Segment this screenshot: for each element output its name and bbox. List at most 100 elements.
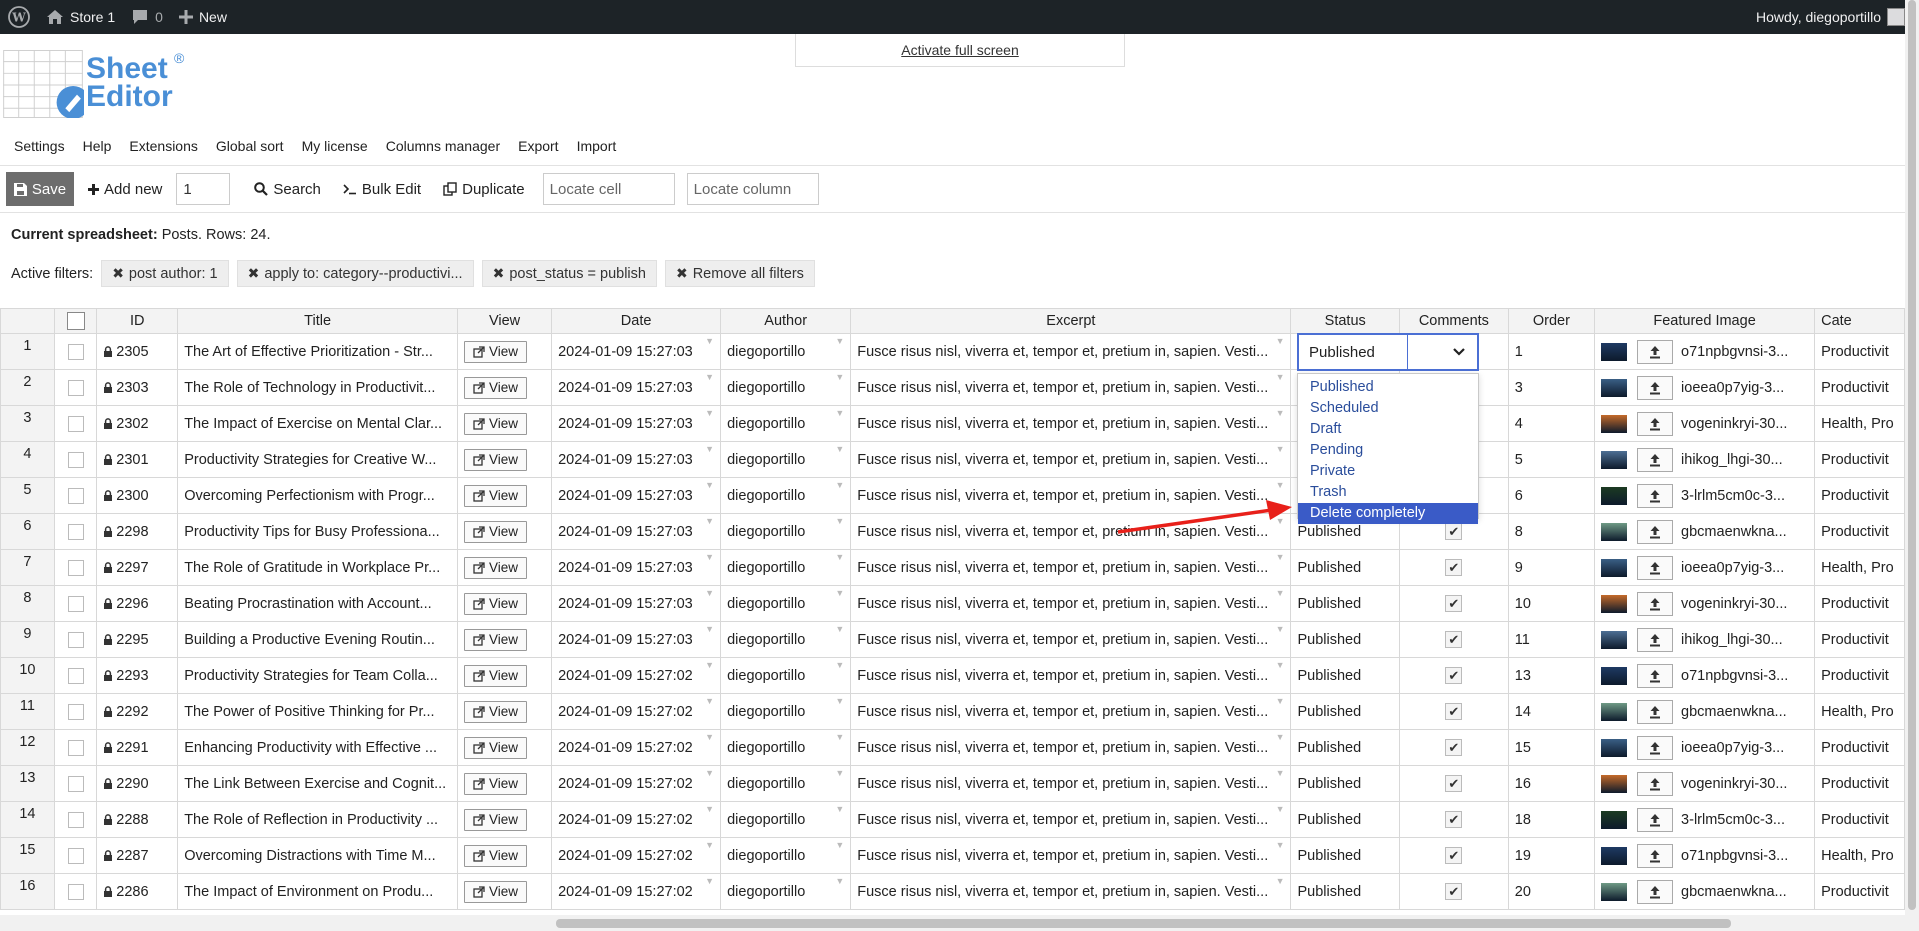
- comments-cell[interactable]: ✔: [1398, 657, 1509, 694]
- table-row[interactable]: 1 2305 The Art of Effective Prioritization…: [0, 333, 1905, 370]
- categories-cell[interactable]: Productivit: [1814, 729, 1905, 766]
- excerpt-cell[interactable]: Fusce risus nisl, viverra et, tempor et,…: [850, 729, 1292, 766]
- menu-settings[interactable]: Settings: [14, 138, 65, 154]
- view-button[interactable]: View: [463, 844, 527, 867]
- column-header-comments[interactable]: Comments: [1398, 308, 1509, 334]
- order-cell[interactable]: 13: [1507, 657, 1596, 694]
- filter-chip-category[interactable]: ✖ apply to: category--productivi...: [236, 260, 474, 287]
- view-button[interactable]: View: [463, 808, 527, 831]
- upload-image-button[interactable]: [1637, 483, 1674, 508]
- id-cell[interactable]: 2292: [96, 693, 179, 730]
- row-checkbox[interactable]: [67, 775, 84, 792]
- view-button[interactable]: View: [463, 520, 527, 543]
- categories-cell[interactable]: Health, Pro: [1814, 549, 1905, 586]
- image-thumbnail[interactable]: [1601, 378, 1628, 397]
- date-cell[interactable]: 2024-01-09 15:27:03 ▼: [551, 621, 722, 658]
- order-cell[interactable]: 20: [1507, 873, 1596, 910]
- status-cell[interactable]: Published: [1290, 837, 1400, 874]
- row-select-cell[interactable]: [53, 549, 98, 586]
- status-cell[interactable]: Published: [1290, 873, 1400, 910]
- table-row[interactable]: 15 2287 Overcoming Distractions with Time …: [0, 837, 1905, 874]
- id-cell[interactable]: 2300: [96, 477, 179, 514]
- table-row[interactable]: 14 2288 The Role of Reflection in Producti…: [0, 801, 1905, 838]
- categories-cell[interactable]: Productivit: [1814, 621, 1905, 658]
- row-number[interactable]: 13: [0, 765, 55, 802]
- row-checkbox[interactable]: [67, 631, 84, 648]
- menu-extensions[interactable]: Extensions: [129, 138, 197, 154]
- upload-image-button[interactable]: [1637, 591, 1674, 616]
- id-cell[interactable]: 2291: [96, 729, 179, 766]
- id-cell[interactable]: 2295: [96, 621, 179, 658]
- excerpt-cell[interactable]: Fusce risus nisl, viverra et, tempor et,…: [850, 513, 1292, 550]
- author-cell[interactable]: diegoportillo ▼: [720, 693, 852, 730]
- image-thumbnail[interactable]: [1601, 342, 1628, 361]
- menu-export[interactable]: Export: [518, 138, 558, 154]
- column-header-excerpt[interactable]: Excerpt: [850, 308, 1292, 334]
- comments-checkbox[interactable]: ✔: [1445, 667, 1463, 684]
- title-cell[interactable]: The Link Between Exercise and Cognit...: [177, 765, 458, 802]
- categories-cell[interactable]: Productivit: [1814, 585, 1905, 622]
- column-header-status[interactable]: Status: [1290, 308, 1400, 334]
- row-number[interactable]: 10: [0, 657, 55, 694]
- comments-cell[interactable]: ✔: [1398, 837, 1509, 874]
- featured-image-cell[interactable]: ihikog_lhgi-30...: [1594, 621, 1816, 658]
- title-cell[interactable]: Overcoming Perfectionism with Progr...: [177, 477, 458, 514]
- upload-image-button[interactable]: [1637, 339, 1674, 364]
- view-button[interactable]: View: [463, 592, 527, 615]
- comments-cell[interactable]: ✔: [1398, 693, 1509, 730]
- order-cell[interactable]: 10: [1507, 585, 1596, 622]
- view-button[interactable]: View: [463, 628, 527, 651]
- row-number[interactable]: 4: [0, 441, 55, 478]
- vertical-scrollbar[interactable]: [1905, 0, 1919, 931]
- author-cell[interactable]: diegoportillo ▼: [720, 585, 852, 622]
- order-cell[interactable]: 11: [1507, 621, 1596, 658]
- menu-help[interactable]: Help: [83, 138, 112, 154]
- excerpt-cell[interactable]: Fusce risus nisl, viverra et, tempor et,…: [850, 693, 1292, 730]
- row-select-cell[interactable]: [53, 369, 98, 406]
- table-row[interactable]: 2 2303 The Role of Technology in Productiv…: [0, 369, 1905, 406]
- order-cell[interactable]: 9: [1507, 549, 1596, 586]
- horizontal-scrollbar-thumb[interactable]: [556, 919, 1731, 928]
- featured-image-cell[interactable]: o71npbgvnsi-3...: [1594, 657, 1816, 694]
- remove-all-filters-button[interactable]: ✖ Remove all filters: [664, 260, 815, 287]
- activate-full-screen-link[interactable]: Activate full screen: [901, 42, 1019, 58]
- featured-image-cell[interactable]: 3-lrlm5cm0c-3...: [1594, 477, 1816, 514]
- author-cell[interactable]: diegoportillo ▼: [720, 621, 852, 658]
- view-button[interactable]: View: [463, 484, 527, 507]
- comments-cell[interactable]: ✔: [1398, 729, 1509, 766]
- upload-image-button[interactable]: [1637, 447, 1674, 472]
- categories-cell[interactable]: Productivit: [1814, 477, 1905, 514]
- id-cell[interactable]: 2298: [96, 513, 179, 550]
- status-option-draft[interactable]: Draft: [1298, 419, 1478, 440]
- view-button[interactable]: View: [463, 772, 527, 795]
- row-number[interactable]: 12: [0, 729, 55, 766]
- featured-image-cell[interactable]: ihikog_lhgi-30...: [1594, 441, 1816, 478]
- row-select-cell[interactable]: [53, 765, 98, 802]
- row-checkbox[interactable]: [67, 487, 84, 504]
- status-cell[interactable]: Published: [1290, 765, 1400, 802]
- date-cell[interactable]: 2024-01-09 15:27:03 ▼: [551, 477, 722, 514]
- view-button[interactable]: View: [463, 700, 527, 723]
- image-thumbnail[interactable]: [1601, 558, 1628, 577]
- date-cell[interactable]: 2024-01-09 15:27:03 ▼: [551, 441, 722, 478]
- comments-cell[interactable]: ✔: [1398, 549, 1509, 586]
- excerpt-cell[interactable]: Fusce risus nisl, viverra et, tempor et,…: [850, 369, 1292, 406]
- featured-image-cell[interactable]: vogeninkryi-30...: [1594, 585, 1816, 622]
- view-button[interactable]: View: [463, 556, 527, 579]
- save-button[interactable]: Save: [6, 172, 74, 206]
- comments-cell[interactable]: ✔: [1398, 765, 1509, 802]
- title-cell[interactable]: Productivity Strategies for Creative W..…: [177, 441, 458, 478]
- status-cell[interactable]: Published: [1290, 657, 1400, 694]
- image-thumbnail[interactable]: [1601, 738, 1628, 757]
- upload-image-button[interactable]: [1637, 735, 1674, 760]
- id-cell[interactable]: 2293: [96, 657, 179, 694]
- comments-checkbox[interactable]: ✔: [1445, 631, 1463, 648]
- excerpt-cell[interactable]: Fusce risus nisl, viverra et, tempor et,…: [850, 621, 1292, 658]
- image-thumbnail[interactable]: [1601, 846, 1628, 865]
- column-header-view[interactable]: View: [456, 308, 553, 334]
- table-row[interactable]: 5 2300 Overcoming Perfectionism with Progr…: [0, 477, 1905, 514]
- row-number[interactable]: 6: [0, 513, 55, 550]
- comments-checkbox[interactable]: ✔: [1445, 883, 1463, 900]
- chevron-down-icon[interactable]: [1451, 343, 1467, 359]
- filter-chip-post-status[interactable]: ✖ post_status = publish: [481, 260, 657, 287]
